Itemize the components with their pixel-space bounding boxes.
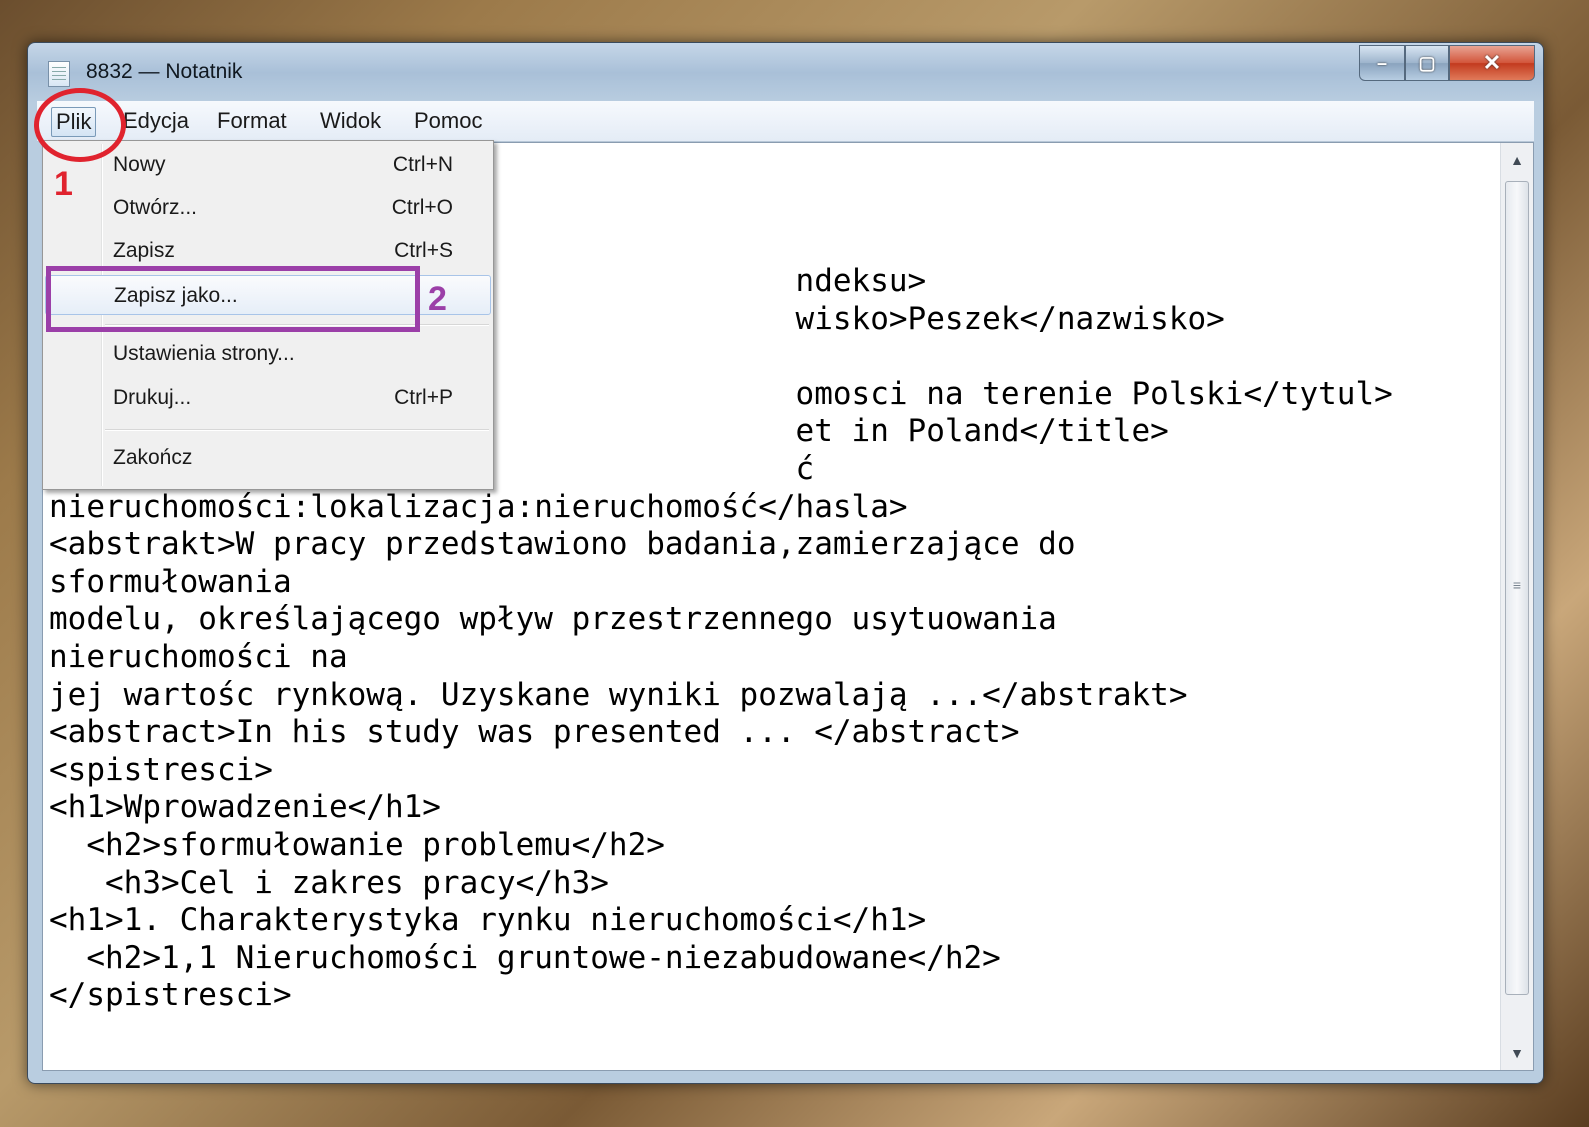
text-line: <abstrakt>W pracy przedstawiono badania,… [49, 526, 1076, 563]
menu-item-zakoncz[interactable]: Zakończ [45, 438, 491, 476]
text-line: </spistresci> [49, 977, 292, 1014]
text-line: jej wartośc rynkową. Uzyskane wyniki poz… [49, 676, 1188, 713]
scroll-down-arrow-icon[interactable]: ▼ [1501, 1036, 1533, 1070]
text-line: <abstract>In his study was presented ...… [49, 714, 1020, 751]
menu-item-label: Ustawienia strony... [113, 342, 295, 365]
text-line: <h1>Wprowadzenie</h1> [49, 789, 441, 826]
menu-item-label: Zapisz [113, 239, 175, 262]
menu-item-ustawienia-strony[interactable]: Ustawienia strony... [45, 334, 491, 372]
menu-format[interactable]: Format [213, 107, 291, 135]
minimize-icon: – [1376, 52, 1387, 73]
close-icon: ✕ [1482, 50, 1502, 75]
notepad-icon [48, 61, 70, 87]
menu-widok[interactable]: Widok [316, 107, 385, 135]
text-line: nieruchomości na [49, 638, 348, 675]
caption-buttons: – ▢ ✕ [1359, 45, 1535, 81]
scrollbar-thumb[interactable]: ≡ [1505, 181, 1529, 995]
menu-item-label: Zakończ [113, 446, 193, 469]
text-line: modelu, określającego wpływ przestrzenne… [49, 601, 1057, 638]
text-line: <h2>sformułowanie problemu</h2> [49, 826, 665, 863]
text-line: sformułowania [49, 563, 292, 600]
title-bar[interactable]: 8832 — Notatnik – ▢ ✕ [28, 43, 1543, 101]
annotation-circle [34, 88, 126, 162]
menu-pomoc[interactable]: Pomoc [410, 107, 486, 135]
menu-item-label: Nowy [113, 153, 166, 176]
annotation-rectangle [46, 266, 420, 332]
text-line: <spistresci> [49, 751, 273, 788]
vertical-scrollbar[interactable]: ▲ ≡ ▼ [1500, 143, 1533, 1070]
grip-icon: ≡ [1512, 577, 1522, 593]
text-line: nieruchomości:lokalizacja:nieruchomość</… [49, 488, 908, 525]
menu-item-label: Otwórz... [113, 196, 198, 219]
menu-item-drukuj[interactable]: Drukuj... Ctrl+P [45, 378, 491, 416]
scroll-up-arrow-icon[interactable]: ▲ [1501, 143, 1533, 177]
menu-item-shortcut: Ctrl+P [394, 386, 453, 409]
menu-item-shortcut: Ctrl+N [392, 153, 453, 176]
text-line: <h1>1. Charakterystyka rynku nieruchomoś… [49, 902, 927, 939]
menu-item-zapisz[interactable]: Zapisz Ctrl+S [45, 231, 491, 269]
maximize-icon: ▢ [1418, 52, 1436, 73]
close-button[interactable]: ✕ [1449, 45, 1535, 81]
text-line: <h2>1,1 Nieruchomości gruntowe-niezabudo… [49, 939, 1001, 976]
menu-item-label: Drukuj... [113, 386, 192, 409]
menu-edycja[interactable]: Edycja [119, 107, 193, 135]
menu-item-shortcut: Ctrl+S [394, 239, 453, 262]
annotation-step-1: 1 [54, 165, 73, 203]
annotation-step-2: 2 [428, 280, 447, 318]
menu-bar: Plik Edycja Format Widok Pomoc [37, 101, 1534, 142]
maximize-button[interactable]: ▢ [1405, 45, 1449, 81]
menu-item-shortcut: Ctrl+O [391, 196, 453, 219]
window-title: 8832 — Notatnik [86, 60, 243, 83]
minimize-button[interactable]: – [1359, 45, 1405, 81]
text-line: <h3>Cel i zakres pracy</h3> [49, 864, 609, 901]
menu-separator [105, 429, 489, 430]
menu-item-otworz[interactable]: Otwórz... Ctrl+O [45, 188, 491, 226]
